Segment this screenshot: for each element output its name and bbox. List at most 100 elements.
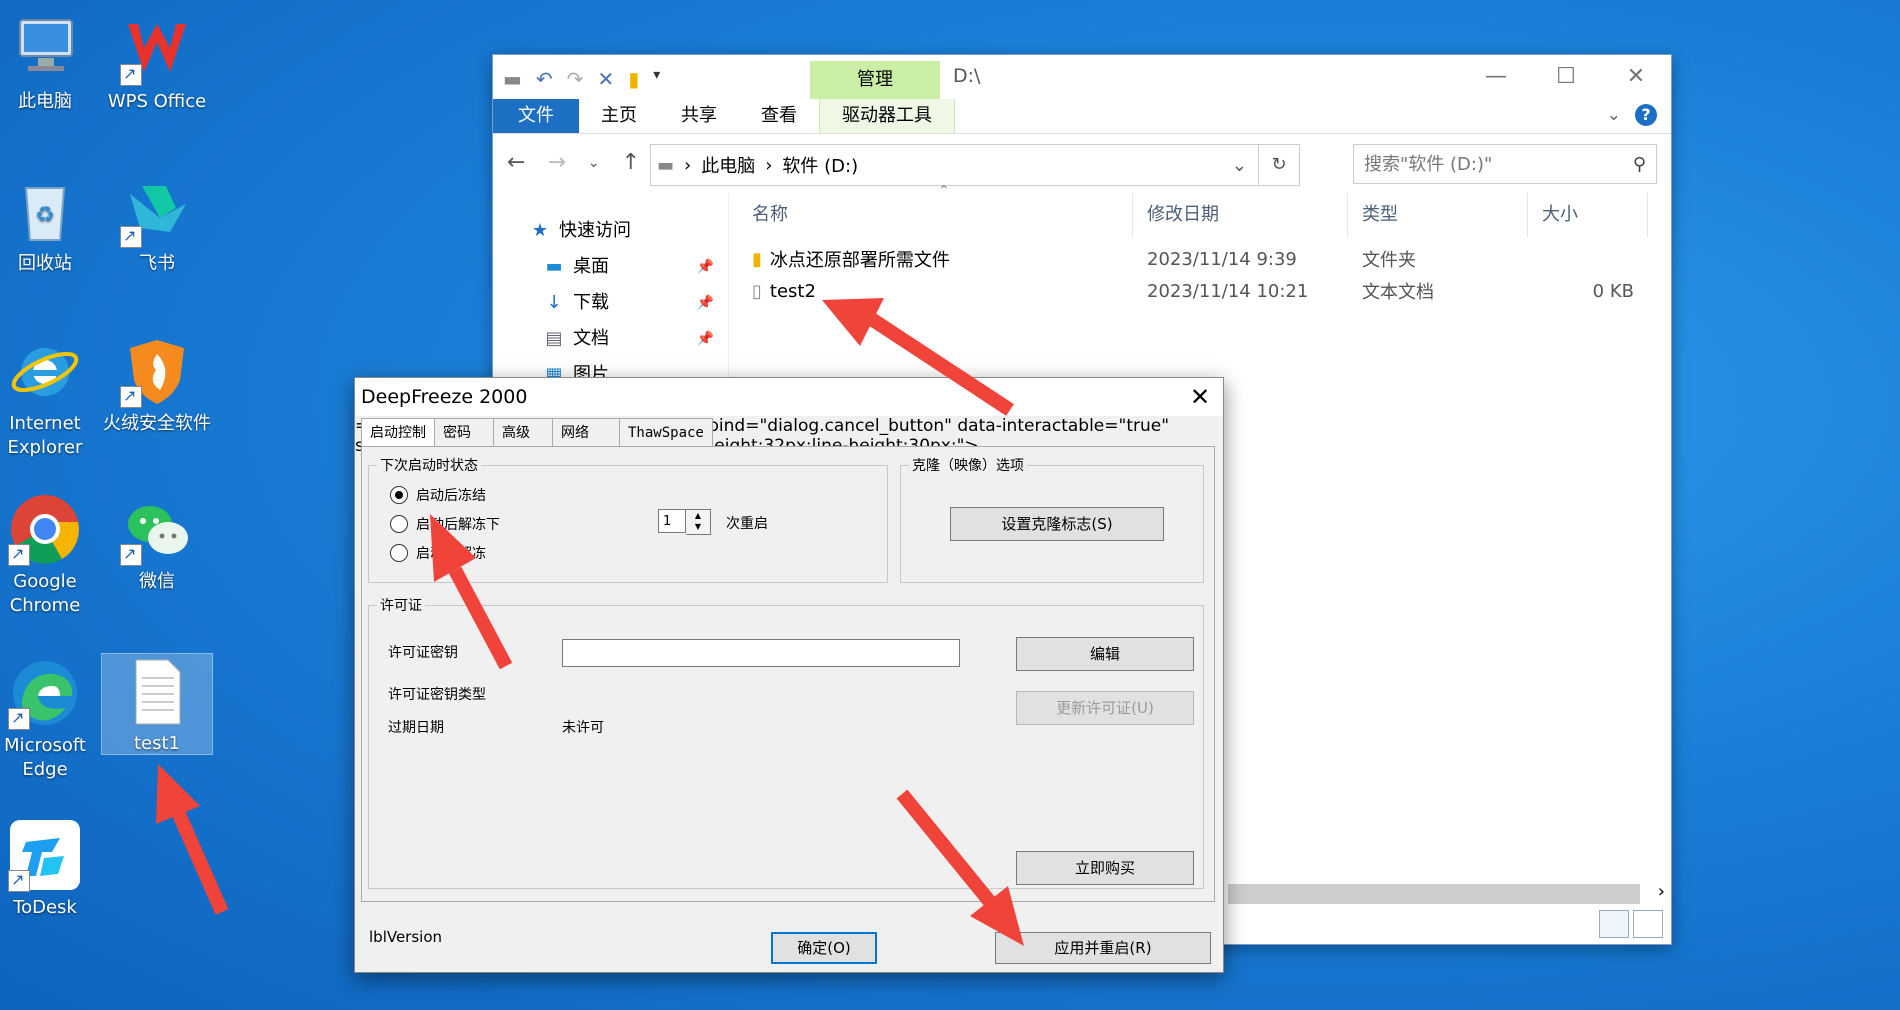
maximize-button[interactable]: ☐ [1531,55,1601,99]
nav-item-quick-access[interactable]: ★ 快速访问 [493,213,728,249]
tab-home[interactable]: 主页 [579,99,659,133]
desktop-icon-label: test1 [133,733,181,754]
desktop-icon-edge[interactable]: Microsoft Edge [0,656,100,782]
restart-count-spinner[interactable]: 1 ▲ ▼ [658,509,711,535]
edit-license-button[interactable]: 编辑 [1016,637,1194,671]
help-icon[interactable]: ? [1635,104,1657,126]
tab-password[interactable]: 密码 [434,418,494,446]
navigation-pane: ★ 快速访问 ▬ 桌面 📌 ↓ 下载 📌 ▤ 文档 📌 ▦ 图片 [493,193,728,393]
address-dropdown-icon[interactable]: ⌄ [1232,155,1247,176]
desktop-icon-todesk[interactable]: ToDesk [0,818,100,920]
pin-icon[interactable]: 📌 [697,249,714,285]
details-view-icon[interactable] [1599,910,1629,938]
desktop-icon-this-pc[interactable]: 此电脑 [0,12,100,114]
horizontal-scrollbar[interactable] [1228,884,1640,904]
qat-dropdown-icon[interactable]: ▾ [653,67,660,91]
license-key-input[interactable] [562,639,960,667]
close-icon[interactable]: ✕ [1177,378,1223,416]
shortcut-arrow-icon [8,706,30,730]
file-date: 2023/11/14 10:21 [1147,280,1309,302]
search-icon: ⚲ [1632,154,1646,175]
recent-dropdown-icon[interactable]: ⌄ [588,150,600,176]
desktop-icon-label: Internet Explorer [7,413,83,458]
document-icon: ▤ [545,328,563,349]
ribbon-expand-icon[interactable]: ⌄ [1607,105,1621,125]
radio-thawed[interactable]: 启动后解冻 [390,543,486,563]
todesk-icon [8,818,82,892]
radio-label: 启动后冻结 [416,488,486,504]
nav-item-desktop[interactable]: ▬ 桌面 📌 [493,249,728,285]
forward-arrow-icon[interactable]: → [547,150,565,176]
ribbon-tabs: 文件 主页 共享 查看 驱动器工具 ⌄ ? [493,99,1671,134]
pin-icon[interactable]: 📌 [697,285,714,321]
column-size[interactable]: 大小 [1528,193,1648,237]
breadcrumb-drive-d[interactable]: 软件 (D:) [782,152,858,178]
text-file-icon [120,654,194,728]
desktop-icon-chrome[interactable]: Google Chrome [0,492,100,618]
desktop-icon-label: WPS Office [107,91,207,112]
tab-thawspace[interactable]: ThawSpace [619,418,713,446]
up-arrow-icon[interactable]: ↑ [622,150,640,176]
spin-down-icon[interactable]: ▼ [686,521,710,532]
desktop-icon-label: 此电脑 [18,91,72,112]
minimize-button[interactable]: — [1461,55,1531,99]
desktop-icon-huorong[interactable]: 火绒安全软件 [102,334,212,436]
file-type: 文件夹 [1362,250,1416,271]
spin-up-icon[interactable]: ▲ [686,510,710,521]
scroll-right-icon[interactable]: › [1658,881,1665,902]
shortcut-arrow-icon [120,384,142,408]
large-icons-view-icon[interactable] [1633,910,1663,938]
column-name[interactable]: 名称 [738,193,1133,237]
breadcrumb-this-pc[interactable]: 此电脑 [701,152,755,178]
desktop-icon-label: 火绒安全软件 [103,413,211,434]
tab-file[interactable]: 文件 [493,99,579,133]
desktop-icon-feishu[interactable]: 飞书 [102,174,212,276]
search-input[interactable]: 搜索"软件 (D:)" ⚲ [1353,144,1657,184]
tab-share[interactable]: 共享 [659,99,739,133]
desktop-icon-wechat[interactable]: 微信 [102,492,212,594]
radio-frozen-after-boot[interactable]: 启动后冻结 [390,485,486,505]
radio-thawed-next[interactable]: 启动后解冻下 [390,514,500,534]
delete-icon[interactable]: ✕ [597,67,614,91]
file-size: 0 KB [1592,280,1634,302]
tab-advanced[interactable]: 高级 [493,418,553,446]
pin-icon[interactable]: 📌 [697,321,714,357]
apply-and-restart-button[interactable]: 应用并重启(R) [995,932,1211,964]
tab-view[interactable]: 查看 [739,99,819,133]
set-clone-flag-button[interactable]: 设置克隆标志(S) [950,507,1164,541]
redo-icon[interactable]: ↷ [567,67,584,91]
search-placeholder: 搜索"软件 (D:)" [1364,154,1493,175]
file-row[interactable]: ▯ test2 2023/11/14 10:21 文本文档 0 KB [738,275,1671,307]
drive-icon: ▬ [503,67,522,91]
close-button[interactable]: ✕ [1601,55,1671,99]
refresh-icon[interactable]: ↻ [1258,145,1299,185]
update-license-button[interactable]: 更新许可证(U) [1016,691,1194,725]
huorong-shield-icon [120,334,194,408]
address-bar[interactable]: ▬ › 此电脑 › 软件 (D:) ⌄ ↻ [650,144,1300,186]
nav-item-documents[interactable]: ▤ 文档 📌 [493,321,728,357]
column-date[interactable]: 修改日期 [1133,193,1348,237]
group-label: 许可证 [380,598,422,614]
tab-body: 下次启动时状态 启动后冻结 启动后解冻下 启动后解冻 1 ▲ ▼ 次重启 克隆（映… [361,446,1215,902]
tab-boot-control[interactable]: 启动控制 [361,418,435,449]
tab-network[interactable]: 网络 [552,418,620,446]
desktop-icon-wps[interactable]: WPS Office [102,12,212,114]
recycle-bin-icon: ♻ [8,174,82,248]
undo-icon[interactable]: ↶ [536,67,553,91]
desktop-icon-recycle-bin[interactable]: ♻ 回收站 [0,174,100,276]
spinner-value[interactable]: 1 [658,509,686,533]
buy-now-button[interactable]: 立即购买 [1016,851,1194,885]
back-arrow-icon[interactable]: ← [507,150,525,176]
column-type[interactable]: 类型 [1348,193,1528,237]
tab-drive-tools[interactable]: 驱动器工具 [819,99,955,133]
file-row[interactable]: ▮ 冰点还原部署所需文件 2023/11/14 9:39 文件夹 [738,243,1671,275]
manage-contextual-tab[interactable]: 管理 [810,61,940,99]
ok-button[interactable]: 确定(O) [771,932,877,964]
nav-label: 文档 [573,328,609,349]
desktop-icon-test1[interactable]: test1 [101,653,213,755]
nav-item-downloads[interactable]: ↓ 下载 📌 [493,285,728,321]
dialog-title: DeepFreeze 2000 [361,386,528,408]
dialog-titlebar: DeepFreeze 2000 ✕ [355,378,1223,416]
desktop-icon-ie[interactable]: Internet Explorer [0,334,100,460]
folder-icon[interactable]: ▮ [628,67,639,91]
